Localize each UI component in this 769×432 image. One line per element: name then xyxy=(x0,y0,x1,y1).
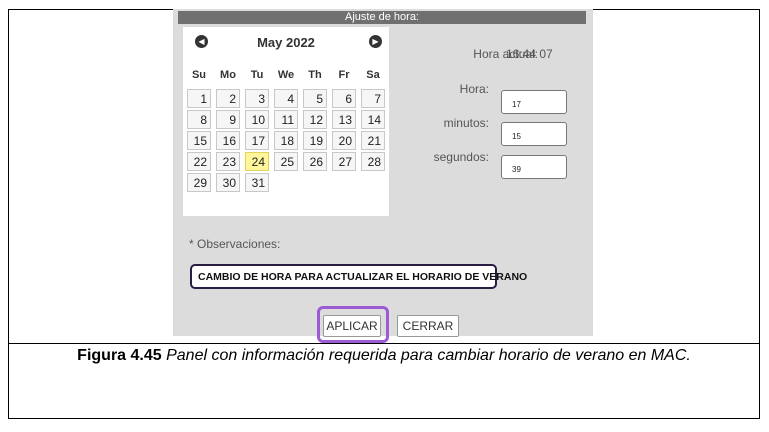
calendar-day[interactable]: 16 xyxy=(216,131,240,150)
next-month-icon[interactable]: ▶ xyxy=(369,35,382,48)
calendar-day[interactable]: 31 xyxy=(245,173,269,192)
figure-caption: Figura 4.45 Panel con información requer… xyxy=(8,346,760,366)
weekday-label: Su xyxy=(191,69,207,81)
weekday-label: Fr xyxy=(338,69,350,81)
calendar-day[interactable]: 4 xyxy=(274,89,298,108)
figure-number: Figura 4.45 xyxy=(77,347,162,364)
minutes-label: minutos: xyxy=(443,116,489,130)
calendar-day[interactable]: 17 xyxy=(245,131,269,150)
calendar-day[interactable]: 2 xyxy=(216,89,240,108)
calendar-day[interactable]: 3 xyxy=(245,89,269,108)
calendar-day[interactable]: 25 xyxy=(274,152,298,171)
calendar-month-title: May 2022 xyxy=(257,35,315,50)
calendar-day[interactable]: 15 xyxy=(187,131,211,150)
calendar-day[interactable]: 22 xyxy=(187,152,211,171)
observations-label: * Observaciones: xyxy=(189,237,281,251)
current-time-value: 16:44 07 xyxy=(506,47,553,61)
calendar-day[interactable]: 11 xyxy=(274,110,298,129)
calendar-day[interactable]: 10 xyxy=(245,110,269,129)
weekday-label: Th xyxy=(308,69,322,81)
weekday-label: We xyxy=(277,69,295,81)
minutes-field[interactable]: 15 xyxy=(501,122,567,146)
time-adjust-panel: Ajuste de hora: ◀ May 2022 ▶ Su Mo Tu We Th F… xyxy=(173,9,593,343)
seconds-field[interactable]: 39 xyxy=(501,155,567,179)
calendar-day[interactable]: 13 xyxy=(332,110,356,129)
calendar-day[interactable]: 9 xyxy=(216,110,240,129)
calendar-day[interactable]: 6 xyxy=(332,89,356,108)
calendar-day[interactable]: 30 xyxy=(216,173,240,192)
calendar-day[interactable]: 5 xyxy=(303,89,327,108)
calendar-day[interactable]: 20 xyxy=(332,131,356,150)
caption-text: Panel con información requerida para cam… xyxy=(161,347,691,364)
calendar-day[interactable]: 8 xyxy=(187,110,211,129)
seconds-label: segundos: xyxy=(433,150,489,164)
calendar-day[interactable]: 18 xyxy=(274,131,298,150)
weekday-label: Tu xyxy=(250,69,264,81)
calendar: ◀ May 2022 ▶ Su Mo Tu We Th Fr Sa 1 2 3 4 5 6 7 8 9 10 1… xyxy=(183,27,389,216)
apply-button[interactable]: APLICAR xyxy=(323,315,381,337)
caption-divider xyxy=(9,343,759,344)
weekday-label: Sa xyxy=(366,69,380,81)
panel-title: Ajuste de hora: xyxy=(178,11,586,24)
calendar-day[interactable]: 19 xyxy=(303,131,327,150)
calendar-day[interactable]: 1 xyxy=(187,89,211,108)
calendar-header: ◀ May 2022 ▶ xyxy=(183,27,389,57)
calendar-day[interactable]: 12 xyxy=(303,110,327,129)
hour-label: Hora: xyxy=(459,82,489,96)
calendar-day-selected[interactable]: 24 xyxy=(245,152,269,171)
calendar-day[interactable]: 23 xyxy=(216,152,240,171)
close-button[interactable]: CERRAR xyxy=(397,315,459,337)
calendar-day[interactable]: 29 xyxy=(187,173,211,192)
calendar-day[interactable]: 27 xyxy=(332,152,356,171)
hour-field[interactable]: 17 xyxy=(501,90,567,114)
calendar-day[interactable]: 21 xyxy=(361,131,385,150)
observations-field[interactable]: CAMBIO DE HORA PARA ACTUALIZAR EL HORARI… xyxy=(190,264,527,289)
calendar-day[interactable]: 26 xyxy=(303,152,327,171)
weekday-label: Mo xyxy=(220,69,236,81)
